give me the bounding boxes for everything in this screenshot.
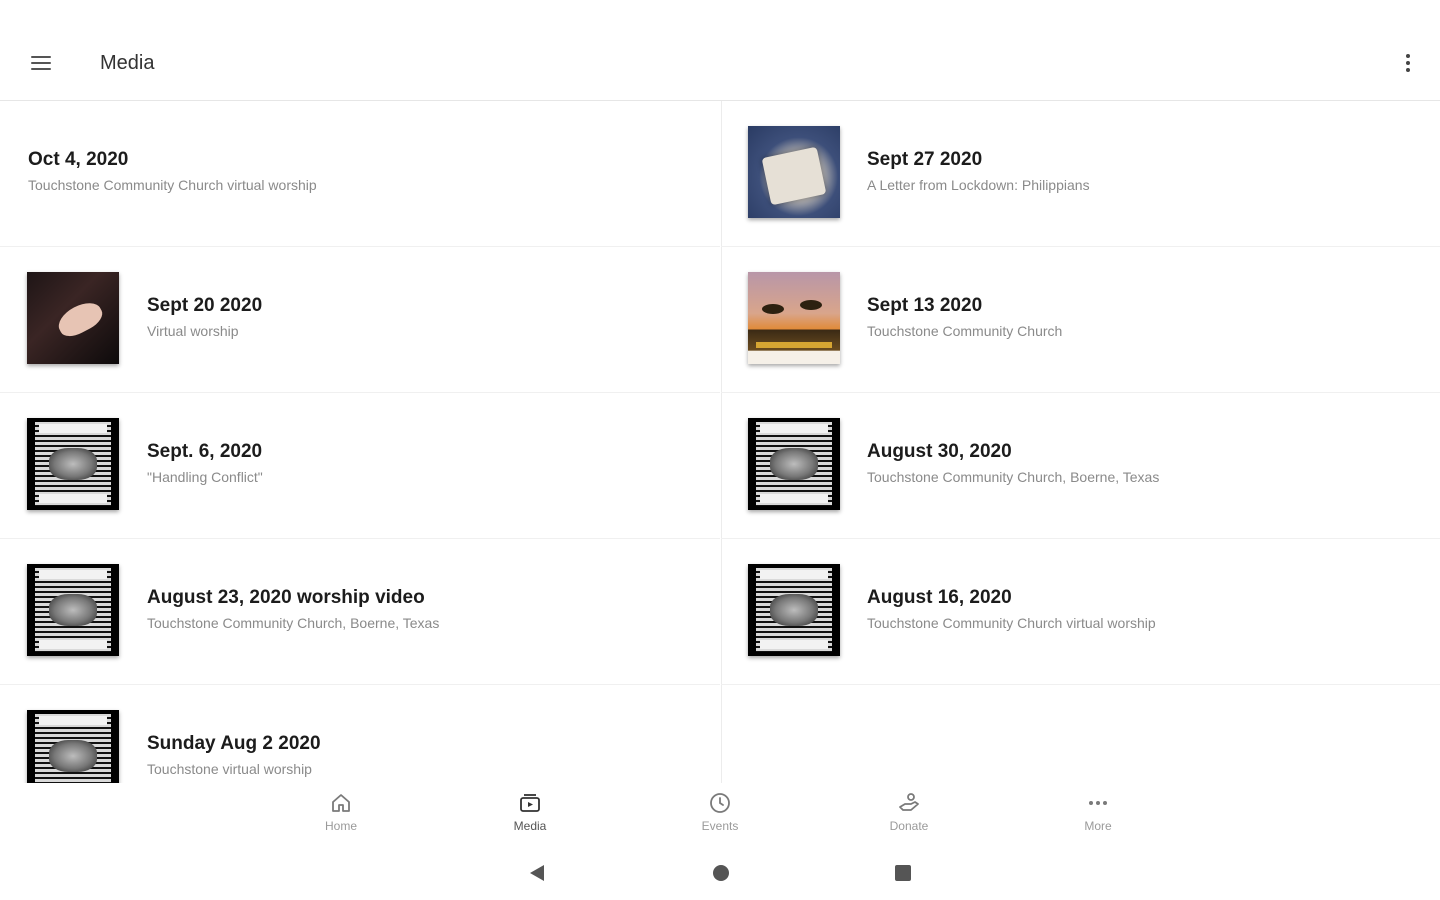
media-item-subtitle: "Handling Conflict"	[147, 469, 263, 485]
media-item-subtitle: Touchstone virtual worship	[147, 761, 312, 777]
poster-thumbnail	[27, 710, 119, 783]
poster-thumbnail	[748, 418, 840, 510]
menu-button[interactable]	[22, 44, 60, 82]
media-item-title: Sunday Aug 2 2020	[147, 733, 321, 754]
media-icon	[520, 794, 540, 812]
open-bible-thumbnail	[748, 126, 840, 218]
media-item[interactable]: Sept 20 2020 Virtual worship	[0, 247, 720, 393]
donate-icon	[899, 793, 919, 811]
poster-thumbnail	[748, 564, 840, 656]
media-item-subtitle: Touchstone Community Church, Boerne, Tex…	[867, 469, 1160, 485]
overflow-menu-button[interactable]	[1396, 44, 1420, 82]
nav-more-label: More	[1084, 819, 1112, 833]
poster-thumbnail	[27, 564, 119, 656]
media-item-title: Sept 27 2020	[867, 149, 983, 170]
nav-home-label: Home	[324, 819, 357, 833]
nav-more[interactable]: More	[1048, 791, 1148, 843]
media-item-title: Sept 20 2020	[147, 295, 263, 316]
nav-events[interactable]: Events	[670, 791, 770, 843]
home-icon	[332, 794, 350, 812]
media-item-subtitle: Touchstone Community Church virtual wors…	[28, 177, 317, 193]
hamburger-icon	[31, 56, 51, 70]
system-navigation-bar	[0, 845, 1440, 900]
poster-thumbnail	[27, 418, 119, 510]
media-item-subtitle: A Letter from Lockdown: Philippians	[867, 177, 1090, 193]
media-item-title: August 23, 2020 worship video	[147, 587, 425, 608]
nav-donate[interactable]: Donate	[859, 791, 959, 843]
home-circle-icon[interactable]	[711, 863, 731, 883]
media-item[interactable]: Sept. 6, 2020 "Handling Conflict"	[0, 393, 720, 539]
app-bar: Media	[0, 0, 1440, 101]
media-item-subtitle: Virtual worship	[147, 323, 239, 339]
bottom-navigation: Home Media Events Donate More	[0, 783, 1440, 845]
media-item-subtitle: Touchstone Community Church virtual wors…	[867, 615, 1156, 631]
media-item[interactable]: Sunday Aug 2 2020 Touchstone virtual wor…	[0, 685, 720, 783]
nav-donate-label: Donate	[889, 819, 929, 833]
media-item[interactable]: August 30, 2020 Touchstone Community Chu…	[721, 393, 1440, 539]
media-item[interactable]: August 16, 2020 Touchstone Community Chu…	[721, 539, 1440, 685]
page-title: Media	[100, 52, 155, 74]
back-icon[interactable]	[528, 863, 546, 883]
media-item[interactable]: August 23, 2020 worship video Touchstone…	[0, 539, 720, 685]
nav-events-label: Events	[701, 819, 739, 833]
media-item-title: August 16, 2020	[867, 587, 1012, 608]
media-item-title: Sept 13 2020	[867, 295, 983, 316]
media-item-title: August 30, 2020	[867, 441, 1012, 462]
media-item-subtitle: Touchstone Community Church	[867, 323, 1063, 339]
media-item-title: Sept. 6, 2020	[147, 441, 263, 462]
recents-square-icon[interactable]	[894, 863, 912, 883]
media-item[interactable]: Sept 27 2020 A Letter from Lockdown: Phi…	[721, 101, 1440, 247]
media-item-title: Oct 4, 2020	[28, 149, 129, 170]
media-item-subtitle: Touchstone Community Church, Boerne, Tex…	[147, 615, 440, 631]
media-list: Oct 4, 2020 Touchstone Community Church …	[0, 101, 1440, 783]
media-item[interactable]: Sept 13 2020 Touchstone Community Church	[721, 247, 1440, 393]
open-hand-thumbnail	[27, 272, 119, 364]
clock-icon	[710, 793, 730, 813]
sunset-trees-thumbnail	[748, 272, 840, 364]
more-horizontal-icon	[1089, 801, 1107, 805]
media-item[interactable]: Oct 4, 2020 Touchstone Community Church …	[0, 101, 720, 247]
nav-home[interactable]: Home	[291, 791, 391, 843]
nav-media-label: Media	[513, 819, 547, 833]
nav-media[interactable]: Media	[480, 791, 580, 843]
